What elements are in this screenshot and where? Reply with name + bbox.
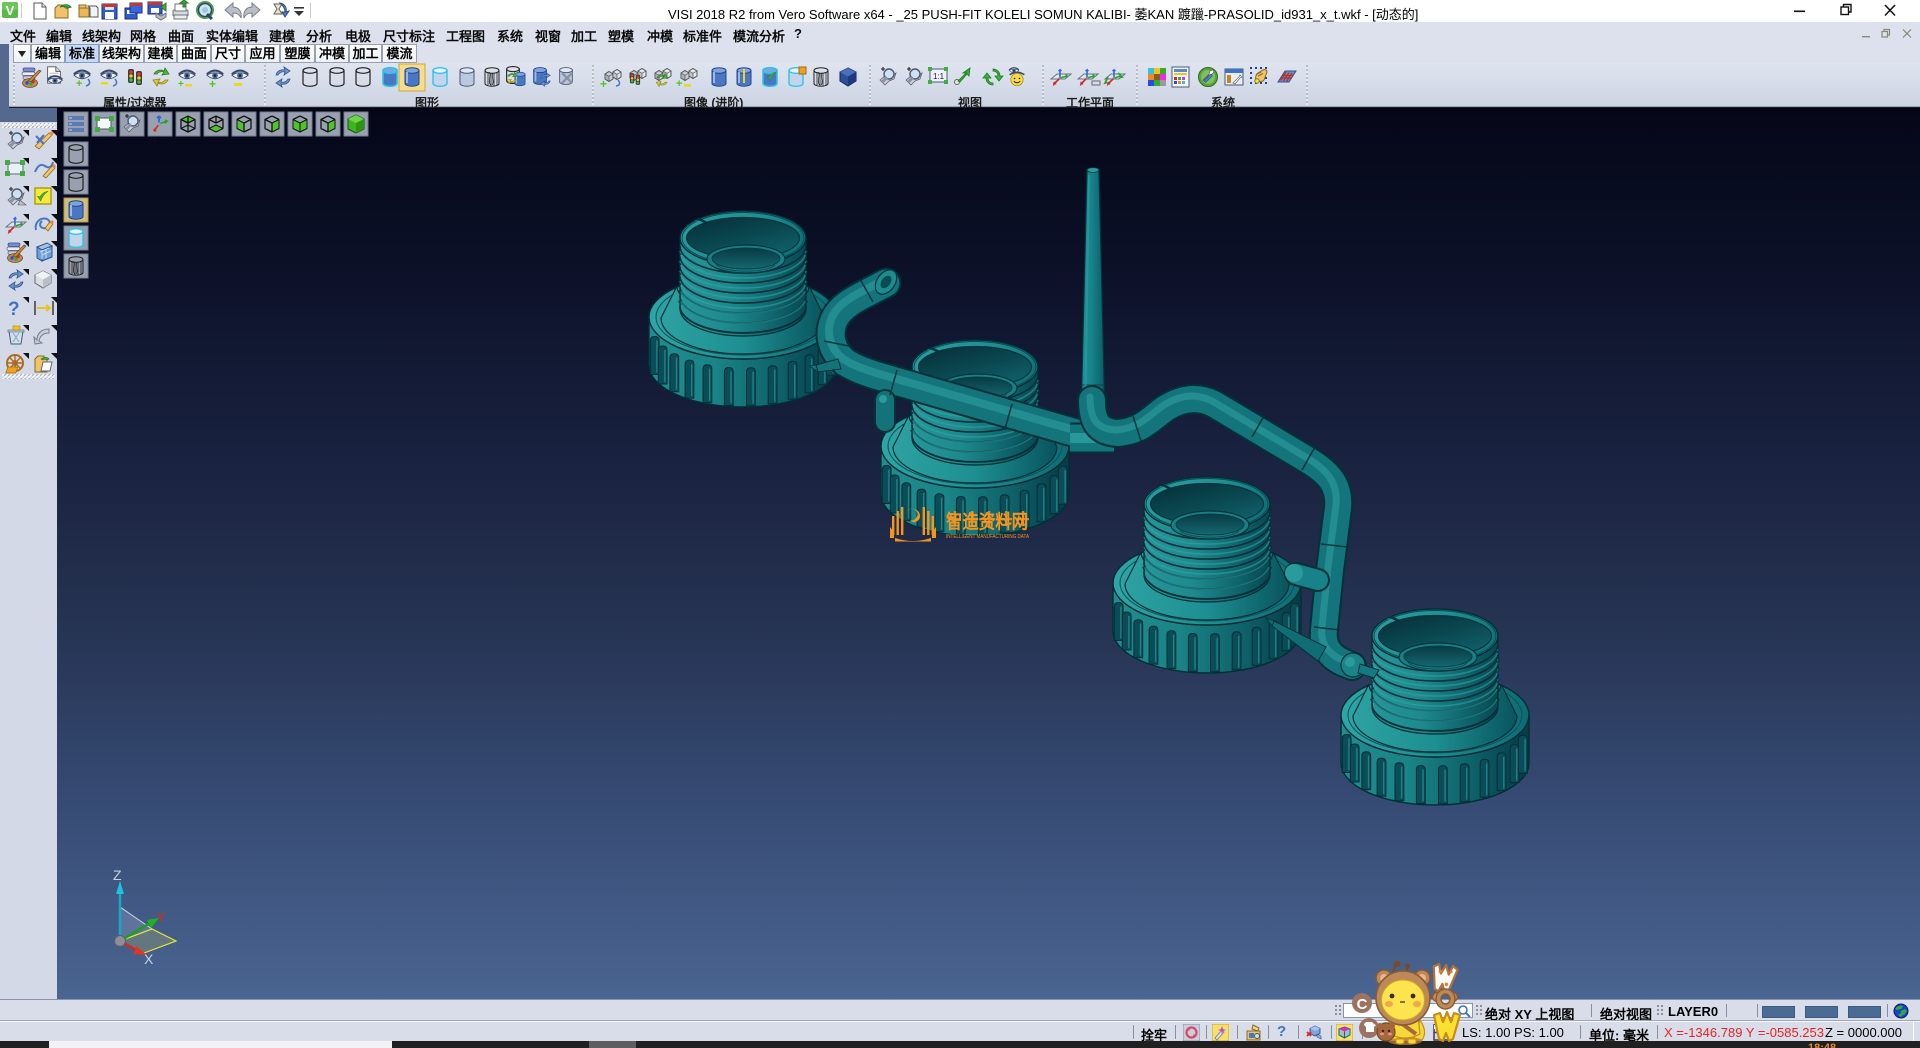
svg-text:+: + bbox=[600, 77, 607, 91]
svg-text:+: + bbox=[178, 79, 184, 90]
svg-text:X: X bbox=[144, 951, 154, 967]
svg-text:+: + bbox=[209, 77, 216, 91]
svg-text:智造资料网: 智造资料网 bbox=[946, 510, 1028, 533]
svg-text:C: C bbox=[1357, 996, 1368, 1013]
svg-text:V: V bbox=[6, 3, 15, 18]
svg-text:1:1: 1:1 bbox=[933, 72, 945, 81]
svg-text:+: + bbox=[676, 78, 682, 90]
svg-text:+: + bbox=[76, 78, 82, 90]
svg-text:?: ? bbox=[8, 299, 20, 320]
svg-text:INTELLIGENT MANUFACTURING DATA: INTELLIGENT MANUFACTURING DATA bbox=[946, 534, 1029, 540]
svg-text:Z: Z bbox=[113, 867, 122, 883]
svg-text:Y: Y bbox=[156, 909, 166, 925]
